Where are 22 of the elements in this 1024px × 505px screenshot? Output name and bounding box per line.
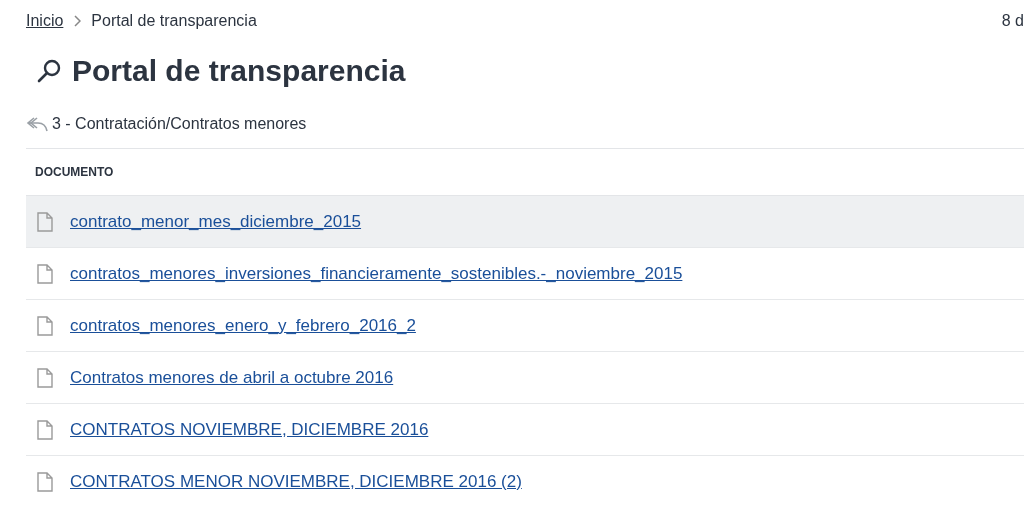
document-link[interactable]: contrato_menor_mes_diciembre_2015 xyxy=(70,211,362,232)
document-row[interactable]: contrato_menor_mes_diciembre_2015 xyxy=(26,196,1024,248)
column-header: DOCUMENTO xyxy=(35,165,114,179)
back-arrow-icon[interactable] xyxy=(26,116,48,132)
document-link[interactable]: Contratos menores de abril a octubre 2016 xyxy=(70,367,394,388)
document-link[interactable]: CONTRATOS NOVIEMBRE, DICIEMBRE 2016 xyxy=(70,419,429,440)
breadcrumb-current: Portal de transparencia xyxy=(91,12,257,30)
file-icon xyxy=(37,263,53,284)
folder-path: 3 - Contratación/Contratos menores xyxy=(52,115,307,133)
chevron-icon xyxy=(73,15,82,27)
file-icon xyxy=(37,419,53,440)
file-icon xyxy=(37,315,53,336)
file-icon xyxy=(37,367,53,388)
breadcrumb-link[interactable]: Inicio xyxy=(26,12,64,30)
search-icon xyxy=(36,58,62,84)
document-link[interactable]: CONTRATOS MENOR NOVIEMBRE, DICIEMBRE 2016 (2) xyxy=(70,471,522,492)
document-link[interactable]: contratos_menores_inversiones_financieramente_sostenibles.-_noviembre_2015 xyxy=(70,263,683,284)
file-icon xyxy=(37,211,53,232)
page-title: Portal de transparencia xyxy=(72,54,406,88)
document-link[interactable]: contratos_menores_enero_y_febrero_2016_2 xyxy=(70,315,416,336)
file-icon xyxy=(37,471,53,492)
date-text: 8 d xyxy=(1001,12,1024,30)
